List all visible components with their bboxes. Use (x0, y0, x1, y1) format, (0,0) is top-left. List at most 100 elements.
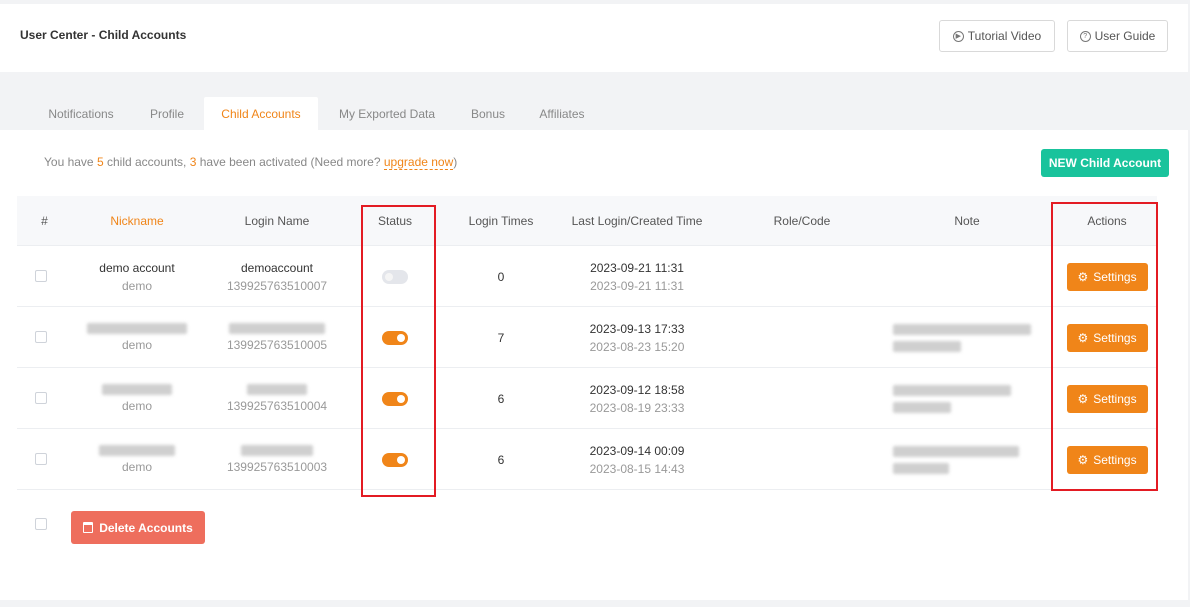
last-login-cell: 2023-09-12 18:58 2023-08-19 23:33 (555, 368, 719, 429)
activated-count: 3 (189, 155, 197, 169)
nickname-sub: demo (121, 399, 153, 413)
tab-bonus[interactable]: Bonus (461, 97, 515, 130)
redacted-note (893, 384, 1011, 396)
redacted-login-name (247, 384, 307, 395)
settings-label: Settings (1093, 330, 1137, 345)
toggle-knob (397, 394, 405, 403)
last-login-cell: 2023-09-14 00:09 2023-08-15 14:43 (555, 429, 719, 490)
login-name-cell: 139925763510005 (202, 307, 352, 368)
last-login-cell: 2023-09-21 11:31 2023-09-21 11:31 (555, 246, 719, 307)
row-checkbox[interactable] (35, 331, 47, 343)
delete-accounts-label: Delete Accounts (99, 520, 193, 535)
redacted-login-name (229, 323, 325, 334)
login-name-cell: demoaccount 139925763510007 (202, 246, 352, 307)
login-id: 139925763510005 (226, 338, 328, 352)
status-cell (360, 307, 430, 368)
table-row: demo 139925763510003 6 2023-09-14 00:09 … (17, 429, 1157, 490)
row-checkbox[interactable] (35, 392, 47, 404)
login-times-cell: 6 (497, 391, 505, 406)
select-all-checkbox[interactable] (35, 518, 47, 530)
trash-icon (83, 522, 94, 533)
note-cell (887, 429, 1047, 490)
page-header: User Center - Child Accounts ▶ Tutorial … (0, 4, 1188, 72)
header-status: Status (377, 214, 413, 228)
login-id: 139925763510003 (226, 460, 328, 474)
nickname-sub: demo (121, 460, 153, 474)
created-time: 2023-08-23 15:20 (589, 339, 685, 354)
login-id: 139925763510004 (226, 399, 328, 413)
row-checkbox[interactable] (35, 270, 47, 282)
tab-child-accounts[interactable]: Child Accounts (204, 97, 318, 130)
header-last-login: Last Login/Created Time (571, 214, 703, 228)
child-accounts-panel: You have 5 child accounts, 3 have been a… (0, 130, 1188, 600)
redacted-nickname (87, 323, 187, 334)
nickname: demo account (99, 260, 175, 275)
table-row: demo 139925763510004 6 2023-09-12 18:58 … (17, 368, 1157, 429)
upgrade-now-link[interactable]: upgrade now (383, 155, 454, 170)
status-cell (360, 246, 430, 307)
status-toggle[interactable] (382, 269, 408, 284)
tab-my-exported-data[interactable]: My Exported Data (327, 97, 447, 130)
table-header: # Nickname Login Name Status Login Times… (17, 196, 1157, 246)
actions-cell: ⚙ Settings (1057, 307, 1157, 368)
redacted-note (893, 323, 1031, 335)
redacted-login-name (241, 445, 313, 456)
actions-cell: ⚙ Settings (1057, 429, 1157, 490)
delete-accounts-button[interactable]: Delete Accounts (71, 511, 205, 544)
login-times-cell: 0 (497, 269, 505, 284)
toggle-knob (385, 272, 393, 281)
status-toggle[interactable] (382, 452, 408, 467)
row-checkbox[interactable] (35, 453, 47, 465)
play-circle-icon: ▶ (952, 30, 964, 42)
table-row: demo 139925763510005 7 2023-09-13 17:33 … (17, 307, 1157, 368)
status-cell (360, 429, 430, 490)
gear-icon: ⚙ (1077, 330, 1089, 345)
page-title: User Center - Child Accounts (20, 28, 187, 42)
actions-cell: ⚙ Settings (1057, 368, 1157, 429)
settings-button[interactable]: ⚙ Settings (1066, 262, 1148, 291)
toggle-knob (397, 455, 405, 464)
last-login-time: 2023-09-13 17:33 (589, 321, 685, 336)
tab-affiliates[interactable]: Affiliates (527, 97, 597, 130)
user-guide-button[interactable]: ? User Guide (1067, 20, 1168, 52)
summary-close: ) (453, 155, 458, 169)
header-login-name: Login Name (244, 214, 310, 228)
note-cell (887, 307, 1047, 368)
login-name-cell: 139925763510004 (202, 368, 352, 429)
status-toggle[interactable] (382, 391, 408, 406)
settings-button[interactable]: ⚙ Settings (1066, 323, 1148, 352)
nickname-sub: demo (121, 278, 153, 293)
settings-label: Settings (1093, 269, 1137, 284)
tab-notifications[interactable]: Notifications (30, 97, 132, 130)
new-child-account-button[interactable]: NEW Child Account (1041, 149, 1169, 177)
tutorial-video-label: Tutorial Video (967, 29, 1042, 43)
created-time: 2023-08-15 14:43 (589, 461, 685, 476)
header-login-times: Login Times (468, 214, 534, 228)
created-time: 2023-08-19 23:33 (589, 400, 685, 415)
tab-profile[interactable]: Profile (138, 97, 196, 130)
summary-suffix: have been activated (Need more? (199, 155, 381, 169)
header-role-code: Role/Code (773, 214, 831, 228)
summary-prefix: You have (44, 155, 94, 169)
settings-button[interactable]: ⚙ Settings (1066, 384, 1148, 413)
gear-icon: ⚙ (1077, 391, 1089, 406)
login-times-cell: 6 (497, 452, 505, 467)
table-row: demo account demo demoaccount 1399257635… (17, 246, 1157, 307)
account-summary: You have 5 child accounts, 3 have been a… (44, 155, 458, 170)
settings-button[interactable]: ⚙ Settings (1066, 445, 1148, 474)
tutorial-video-button[interactable]: ▶ Tutorial Video (939, 20, 1055, 52)
redacted-note (893, 401, 951, 413)
settings-label: Settings (1093, 391, 1137, 406)
created-time: 2023-09-21 11:31 (590, 278, 684, 293)
redacted-note (893, 462, 949, 474)
nickname-cell: demo (72, 429, 202, 490)
nickname-cell: demo (72, 368, 202, 429)
last-login-time: 2023-09-12 18:58 (589, 382, 685, 397)
login-name: demoaccount (240, 260, 314, 275)
header-nickname[interactable]: Nickname (72, 196, 202, 246)
settings-label: Settings (1093, 452, 1137, 467)
actions-cell: ⚙ Settings (1057, 246, 1157, 307)
note-cell (887, 368, 1047, 429)
redacted-note (893, 340, 961, 352)
status-toggle[interactable] (382, 330, 408, 345)
